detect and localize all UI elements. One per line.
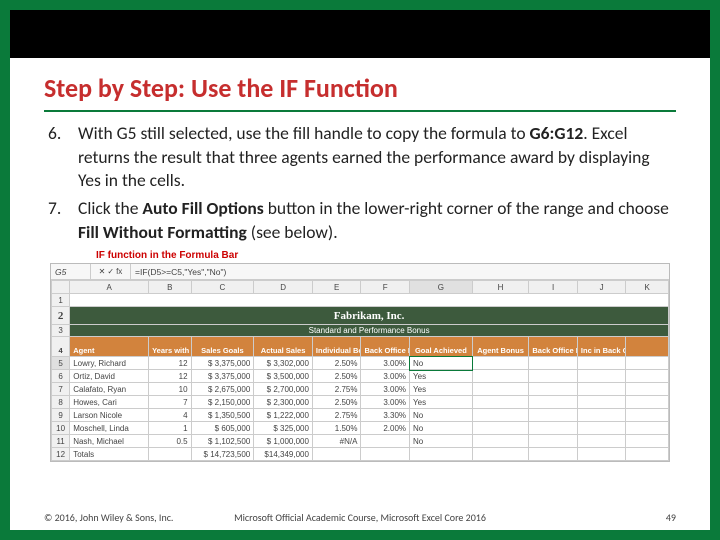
table-row: 10Moschell, Linda1$ 605,000$ 325,0001.50…	[52, 422, 669, 435]
step-6: 6. With G5 still selected, use the fill …	[74, 122, 676, 193]
col-header-row: ABCDEFGHIJK	[52, 281, 669, 294]
formula-buttons: ✕ ✓ fx	[91, 264, 131, 279]
formula-bar-row: G5 ✕ ✓ fx =IF(D5>=C5,"Yes","No")	[51, 264, 669, 280]
excel-screenshot: G5 ✕ ✓ fx =IF(D5>=C5,"Yes","No") ABCDEFG…	[50, 263, 670, 462]
company-title: Fabrikam, Inc.	[70, 307, 669, 325]
slide: Step by Step: Use the IF Function 6. Wit…	[10, 10, 710, 530]
page-title: Step by Step: Use the IF Function	[44, 72, 676, 112]
step-number: 6.	[48, 122, 61, 146]
footer: © 2016, John Wiley & Sons, Inc. Microsof…	[44, 511, 676, 524]
fx-icon: fx	[116, 267, 122, 276]
cancel-icon: ✕	[99, 267, 106, 276]
step-number: 7.	[48, 197, 61, 221]
step-7: 7. Click the Auto Fill Options button in…	[74, 197, 676, 244]
page-number: 49	[666, 511, 676, 524]
spreadsheet: ABCDEFGHIJK 1 2Fabrikam, Inc. 3Standard …	[51, 280, 669, 461]
table-row: 8Howes, Cari7$ 2,150,000$ 2,300,0002.50%…	[52, 396, 669, 409]
table-row: 12Totals$ 14,723,500$14,349,000	[52, 448, 669, 461]
sheet-subtitle: Standard and Performance Bonus	[70, 325, 669, 337]
header-bar	[10, 10, 710, 58]
formula-bar: =IF(D5>=C5,"Yes","No")	[131, 267, 669, 277]
name-box: G5	[51, 264, 91, 279]
check-icon: ✓	[107, 267, 114, 276]
table-header-row: 4 Agent Years with Fabrikam Sales Goals …	[52, 337, 669, 357]
step-list: 6. With G5 still selected, use the fill …	[44, 122, 676, 244]
table-row: 7Calafato, Ryan10$ 2,675,000$ 2,700,0002…	[52, 383, 669, 396]
table-row: 11Nash, Michael0.5$ 1,102,500$ 1,000,000…	[52, 435, 669, 448]
table-row: 5Lowry, Richard12$ 3,375,000$ 3,302,0002…	[52, 357, 669, 370]
figure-caption: IF function in the Formula Bar	[50, 250, 670, 261]
table-row: 9Larson Nicole4$ 1,350,500$ 1,222,0002.7…	[52, 409, 669, 422]
table-row: 6Ortiz, David12$ 3,375,000$ 3,500,0002.5…	[52, 370, 669, 383]
figure: IF function in the Formula Bar G5 ✕ ✓ fx…	[50, 250, 670, 462]
course-name: Microsoft Official Academic Course, Micr…	[44, 511, 676, 524]
content-area: Step by Step: Use the IF Function 6. Wit…	[10, 58, 710, 462]
